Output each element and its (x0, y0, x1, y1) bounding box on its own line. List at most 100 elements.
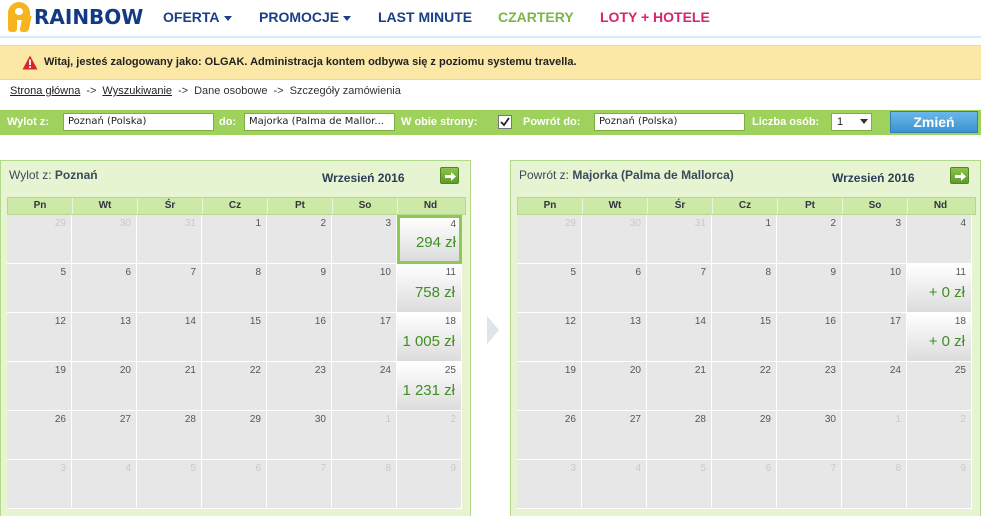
chevron-down-icon (860, 119, 868, 124)
day-number: 7 (700, 267, 706, 278)
calendar-day: 23 (267, 362, 332, 411)
next-month-button[interactable] (440, 167, 459, 184)
day-number: 8 (895, 463, 901, 474)
to-label: do: (219, 116, 237, 128)
calendar-day: 10 (332, 264, 397, 313)
calendar-day: 3 (842, 215, 907, 264)
calendar-day: 7 (137, 264, 202, 313)
day-number: 5 (60, 267, 66, 278)
calendar-day: 20 (582, 362, 647, 411)
day-number: 7 (830, 463, 836, 474)
calendar-day: 16 (777, 313, 842, 362)
nav-oferta[interactable]: OFERTA (163, 9, 232, 25)
rainbow-logo[interactable]: RAINBOW (8, 2, 143, 32)
calendar-day: 30 (267, 411, 332, 460)
to-input[interactable]: Majorka (Palma de Mallor... (244, 113, 395, 131)
nav-last-minute[interactable]: LAST MINUTE (378, 9, 472, 25)
calendar-day-available[interactable]: 18 1 005 zł (397, 313, 462, 362)
day-number: 11 (445, 267, 456, 278)
calendar-day: 7 (647, 264, 712, 313)
day-number: 27 (119, 414, 131, 425)
calendar-day: 29 (202, 411, 267, 460)
day-number: 29 (249, 414, 261, 425)
calendar-day-available[interactable]: 11 758 zł (397, 264, 462, 313)
return-input[interactable]: Poznań (Polska) (594, 113, 745, 131)
departure-calendar: Wylot z: Poznań Wrzesień 2016 Pn Wt Śr Cz Pt… (0, 160, 471, 516)
breadcrumb-home-link[interactable]: Strona główna (10, 85, 80, 97)
calendar-day: 3 (332, 215, 397, 264)
next-month-button[interactable] (950, 167, 969, 184)
nav-czartery[interactable]: CZARTERY (498, 9, 574, 25)
arrow-right-icon (487, 316, 499, 344)
calendar-title: Powrót z: Majorka (Palma de Mallorca) (519, 168, 734, 182)
day-number: 28 (184, 414, 196, 425)
day-number: 31 (694, 218, 706, 229)
nav-promocje[interactable]: PROMOCJE (259, 9, 352, 25)
calendar-day: 2 (267, 215, 332, 264)
day-number: 16 (824, 316, 836, 327)
day-number: 4 (635, 463, 641, 474)
calendar-title-city: Poznań (54, 168, 98, 182)
calendar-day: 8 (712, 264, 777, 313)
persons-select[interactable]: 1 (831, 113, 872, 131)
calendar-day: 24 (842, 362, 907, 411)
day-number: 22 (249, 365, 261, 376)
day-price: 1 005 zł (402, 333, 455, 350)
day-number: 23 (314, 365, 326, 376)
day-number: 18 (444, 316, 456, 327)
calendar-day: 5 (137, 460, 202, 509)
day-number: 12 (54, 316, 66, 327)
calendar-day: 15 (712, 313, 777, 362)
day-price: + 0 zł (928, 333, 965, 350)
calendar-day: 31 (137, 215, 202, 264)
calendar-day: 9 (907, 460, 972, 509)
day-number: 7 (320, 463, 326, 474)
calendar-day: 28 (137, 411, 202, 460)
breadcrumb-search-link[interactable]: Wyszukiwanie (102, 85, 172, 97)
from-input[interactable]: Poznań (Polska) (63, 113, 214, 131)
day-number: 26 (564, 414, 576, 425)
day-number: 8 (765, 267, 771, 278)
both-ways-label: W obie strony: (401, 116, 478, 128)
calendar-header: Powrót z: Majorka (Palma de Mallorca) Wr… (511, 161, 980, 197)
weekday-label: So (333, 198, 398, 214)
day-number: 19 (564, 365, 576, 376)
calendar-title-prefix: Wylot z: (9, 168, 52, 182)
nav-loty-hotele[interactable]: LOTY + HOTELE (600, 9, 710, 25)
calendar-day: 30 (777, 411, 842, 460)
calendar-day: 27 (582, 411, 647, 460)
rainbow-logo-icon (8, 2, 32, 32)
day-number: 10 (379, 267, 391, 278)
day-number: 24 (379, 365, 391, 376)
weekday-label: So (843, 198, 908, 214)
both-ways-checkbox[interactable] (498, 115, 512, 129)
calendar-day: 6 (712, 460, 777, 509)
day-number: 19 (54, 365, 66, 376)
day-number: 14 (184, 316, 196, 327)
calendar-day: 31 (647, 215, 712, 264)
day-number: 31 (184, 218, 196, 229)
calendar-day-available[interactable]: 25 1 231 zł (397, 362, 462, 411)
day-number: 6 (255, 463, 261, 474)
calendar-week: 12 13 14 15 16 17 18 + 0 zł (517, 313, 976, 362)
day-number: 23 (824, 365, 836, 376)
day-number: 13 (119, 316, 131, 327)
calendar-day: 9 (777, 264, 842, 313)
chevron-down-icon (343, 15, 352, 21)
calendar-week: 19 20 21 22 23 24 25 (517, 362, 976, 411)
day-number: 6 (635, 267, 641, 278)
calendar-day-selected[interactable]: 4 294 zł (397, 215, 462, 264)
day-number: 4 (450, 219, 456, 230)
breadcrumb-separator: -> (178, 85, 189, 97)
day-number: 9 (960, 463, 966, 474)
nav-oferta-label: OFERTA (163, 9, 220, 25)
breadcrumb-details: Szczegóły zamówienia (289, 85, 401, 97)
calendar-day: 15 (202, 313, 267, 362)
calendar-day-available[interactable]: 11 + 0 zł (907, 264, 972, 313)
calendar-day-available[interactable]: 18 + 0 zł (907, 313, 972, 362)
calendar-day: 10 (842, 264, 907, 313)
change-button[interactable]: Zmień (890, 111, 978, 133)
day-number: 21 (694, 365, 706, 376)
day-number: 2 (830, 218, 836, 229)
calendar-day: 6 (72, 264, 137, 313)
